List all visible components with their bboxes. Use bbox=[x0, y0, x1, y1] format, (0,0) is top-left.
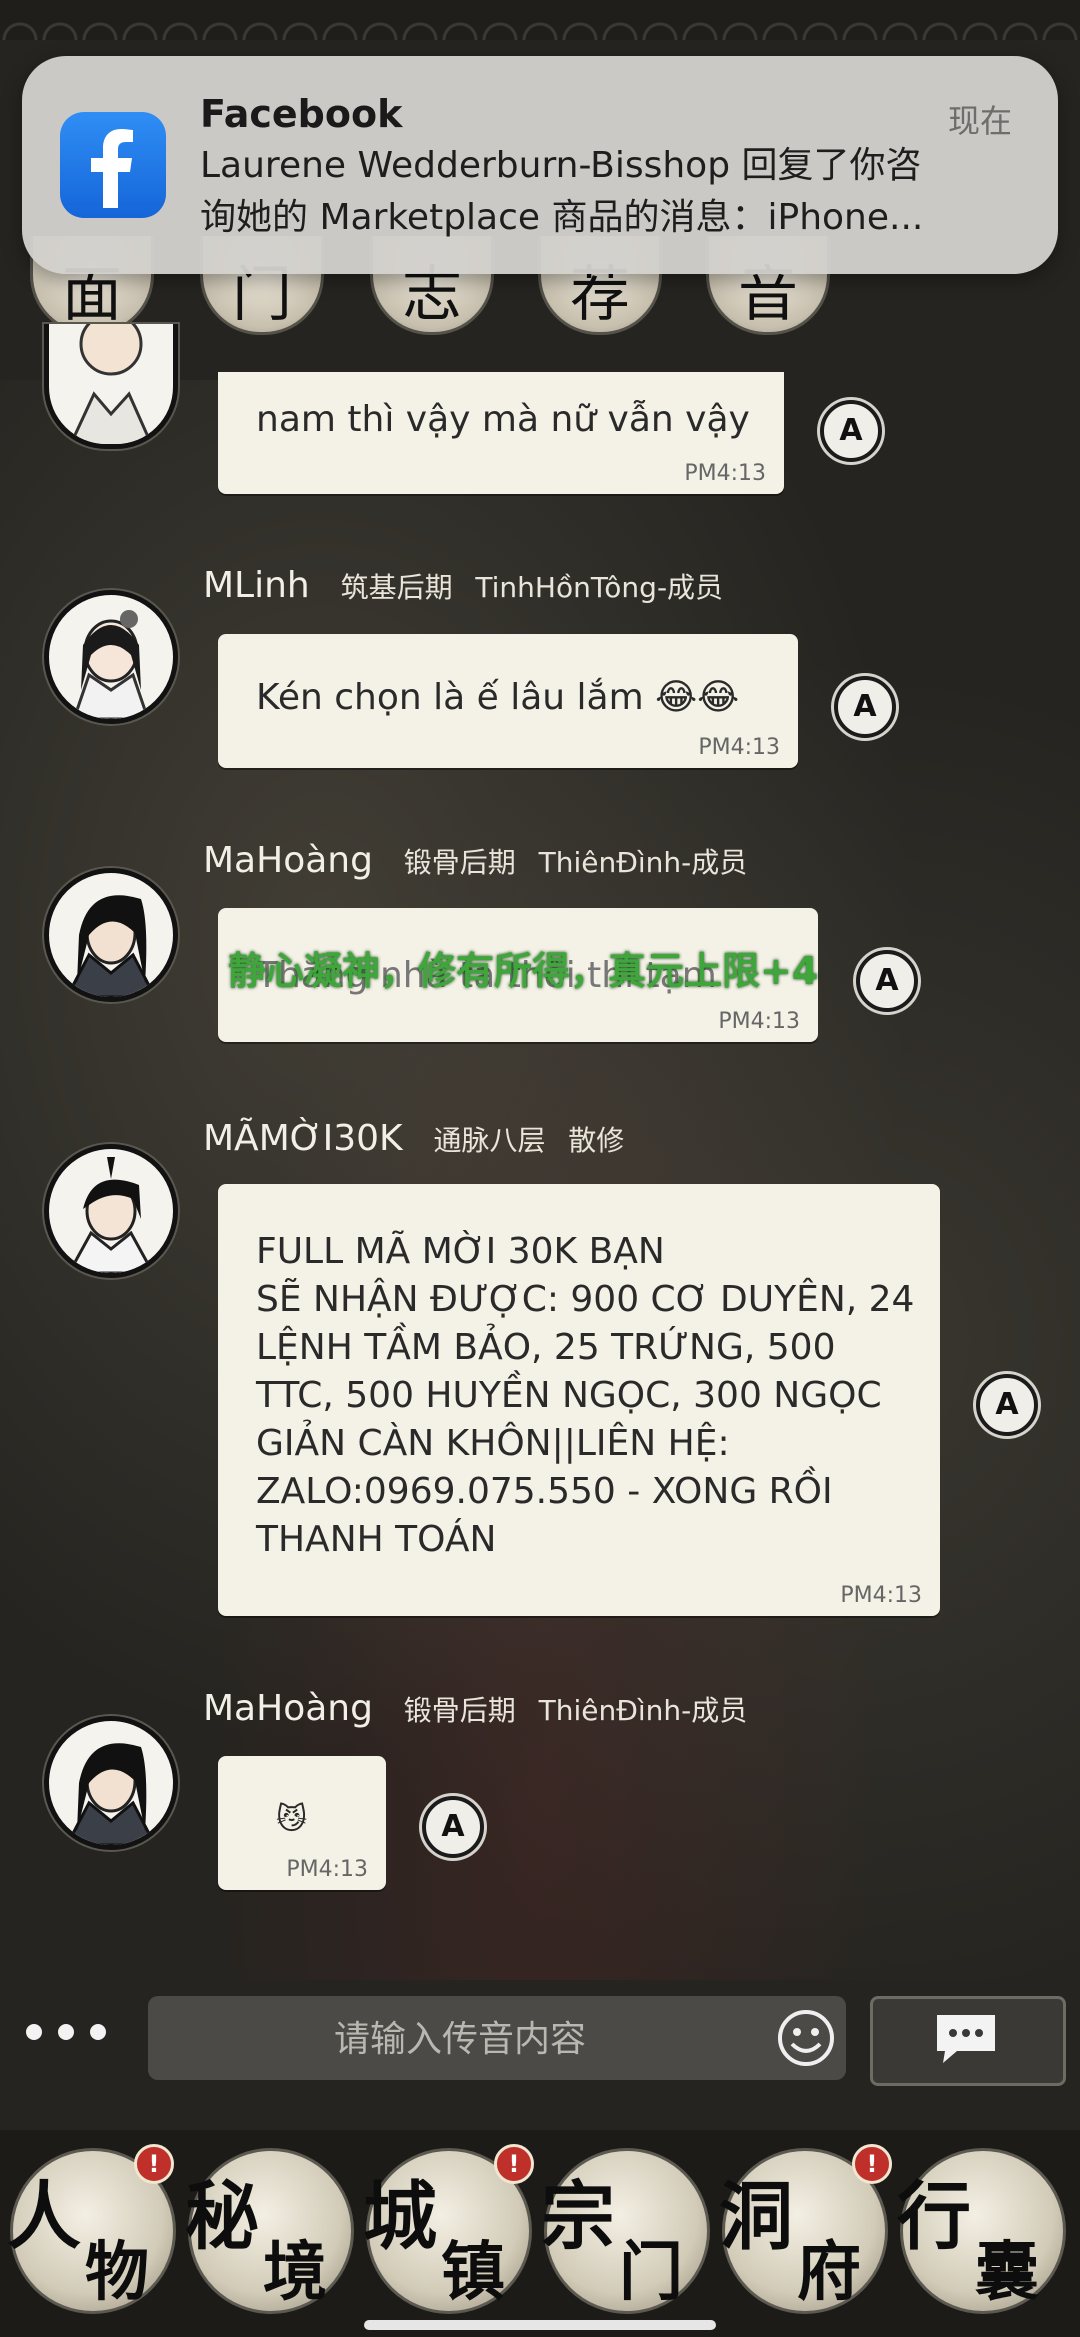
at-mention-button[interactable]: A bbox=[976, 1374, 1038, 1436]
avatar[interactable] bbox=[44, 1716, 178, 1850]
cultivation-toast: 静心凝神，修有所得，真元上限+4 bbox=[228, 949, 819, 993]
avatar[interactable] bbox=[44, 1144, 178, 1278]
nav-sect[interactable]: 宗 门 bbox=[541, 2148, 710, 2314]
nav-char-1: 行 bbox=[897, 2174, 971, 2260]
nav-char-2: 镇 bbox=[441, 2235, 505, 2310]
at-mention-button[interactable]: A bbox=[834, 676, 896, 738]
message-text: FULL MÃ MỜI 30K BẠN SẼ NHẬN ĐƯỢC: 900 CƠ… bbox=[256, 1231, 915, 1560]
message-time: PM4:13 bbox=[718, 1009, 800, 1034]
notification-line: Laurene Wedderburn-Bisshop 回复了你咨 bbox=[200, 145, 922, 186]
sender-name: MÃMỜI30K bbox=[203, 1118, 403, 1159]
sender-realm: 锻骨后期 bbox=[403, 846, 516, 879]
message-text: Kén chọn là ế lâu lắm 😂😂 bbox=[256, 677, 740, 718]
nav-char-2: 府 bbox=[797, 2235, 861, 2310]
message-bubble: nam thì vậy mà nữ vẫn vậy PM4:13 bbox=[218, 372, 784, 494]
nav-char-1: 城 bbox=[363, 2174, 437, 2260]
message-text: 😼 bbox=[276, 1802, 308, 1837]
sender-realm: 通脉八层 bbox=[433, 1124, 546, 1157]
send-button[interactable] bbox=[870, 1996, 1066, 2086]
sender-realm: 筑基后期 bbox=[340, 571, 453, 604]
nav-char-1: 秘 bbox=[185, 2174, 259, 2260]
notification-badge: ! bbox=[852, 2144, 892, 2184]
message-text: nam thì vậy mà nữ vẫn vậy bbox=[256, 399, 750, 440]
notification-badge: ! bbox=[494, 2144, 534, 2184]
notification-badge: ! bbox=[134, 2144, 174, 2184]
sender-sect: 散修 bbox=[568, 1124, 625, 1157]
message-bubble: 😼 PM4:13 bbox=[218, 1756, 386, 1890]
at-mention-button[interactable]: A bbox=[422, 1796, 484, 1858]
notification-app-name: Facebook bbox=[200, 92, 403, 136]
nav-char-1: 人 bbox=[7, 2174, 81, 2260]
nav-char-2: 境 bbox=[263, 2235, 327, 2310]
sender-info: MaHoàng 锻骨后期 ThiênĐình-成员 bbox=[203, 1688, 747, 1729]
nav-char-2: 物 bbox=[85, 2235, 149, 2310]
message-bubble: FULL MÃ MỜI 30K BẠN SẼ NHẬN ĐƯỢC: 900 CƠ… bbox=[218, 1184, 940, 1616]
message-time: PM4:13 bbox=[698, 735, 780, 760]
nav-char-1: 洞 bbox=[719, 2174, 793, 2260]
home-indicator[interactable] bbox=[364, 2320, 716, 2330]
sender-realm: 锻骨后期 bbox=[403, 1694, 516, 1727]
sender-sect: ThiênĐình-成员 bbox=[538, 1694, 748, 1727]
message-time: PM4:13 bbox=[840, 1583, 922, 1608]
sender-sect: TinhHồnTông-成员 bbox=[475, 571, 724, 604]
nav-char-2: 门 bbox=[619, 2235, 683, 2310]
nav-secret-realm[interactable]: 秘 境 bbox=[185, 2148, 354, 2314]
bottom-navigation: 人 物 ! 秘 境 城 镇 ! 宗 门 洞 府 ! 行 囊 bbox=[0, 2130, 1080, 2337]
sender-name: MLinh bbox=[203, 565, 310, 606]
sender-sect: ThiênĐình-成员 bbox=[538, 846, 748, 879]
nav-inventory[interactable]: 行 囊 bbox=[897, 2148, 1066, 2314]
message-bubble: Kén chọn là ế lâu lắm 😂😂 PM4:13 bbox=[218, 634, 798, 768]
sender-info: MÃMỜI30K 通脉八层 散修 bbox=[203, 1118, 624, 1159]
facebook-app-icon bbox=[60, 112, 166, 218]
at-mention-button[interactable]: A bbox=[820, 400, 882, 462]
sender-name: MaHoàng bbox=[203, 1688, 373, 1729]
push-notification[interactable]: Facebook 现在 Laurene Wedderburn-Bisshop 回… bbox=[22, 56, 1058, 274]
avatar[interactable] bbox=[44, 324, 178, 449]
notification-line: 询她的 Marketplace 商品的消息：iPhone... bbox=[200, 197, 924, 238]
sender-name: MaHoàng bbox=[203, 840, 373, 881]
sender-info: MLinh 筑基后期 TinhHồnTông-成员 bbox=[203, 565, 723, 606]
message-input[interactable] bbox=[148, 1996, 772, 2082]
more-options-button[interactable] bbox=[26, 2024, 122, 2044]
nav-char-1: 宗 bbox=[541, 2174, 615, 2260]
avatar[interactable] bbox=[44, 590, 178, 724]
message-input-container bbox=[148, 1996, 846, 2082]
notification-time: 现在 bbox=[947, 102, 1012, 140]
top-wave-pattern bbox=[0, 0, 1080, 40]
message-time: PM4:13 bbox=[684, 461, 766, 486]
message-time: PM4:13 bbox=[286, 1857, 368, 1882]
emoji-icon[interactable] bbox=[776, 2008, 836, 2068]
nav-char-2: 囊 bbox=[975, 2235, 1039, 2310]
sender-info: MaHoàng 锻骨后期 ThiênĐình-成员 bbox=[203, 840, 747, 881]
at-mention-button[interactable]: A bbox=[856, 950, 918, 1012]
notification-body: Laurene Wedderburn-Bisshop 回复了你咨 询她的 Mar… bbox=[200, 140, 1020, 244]
chat-bubble-icon bbox=[937, 2015, 995, 2063]
avatar[interactable] bbox=[44, 868, 178, 1002]
